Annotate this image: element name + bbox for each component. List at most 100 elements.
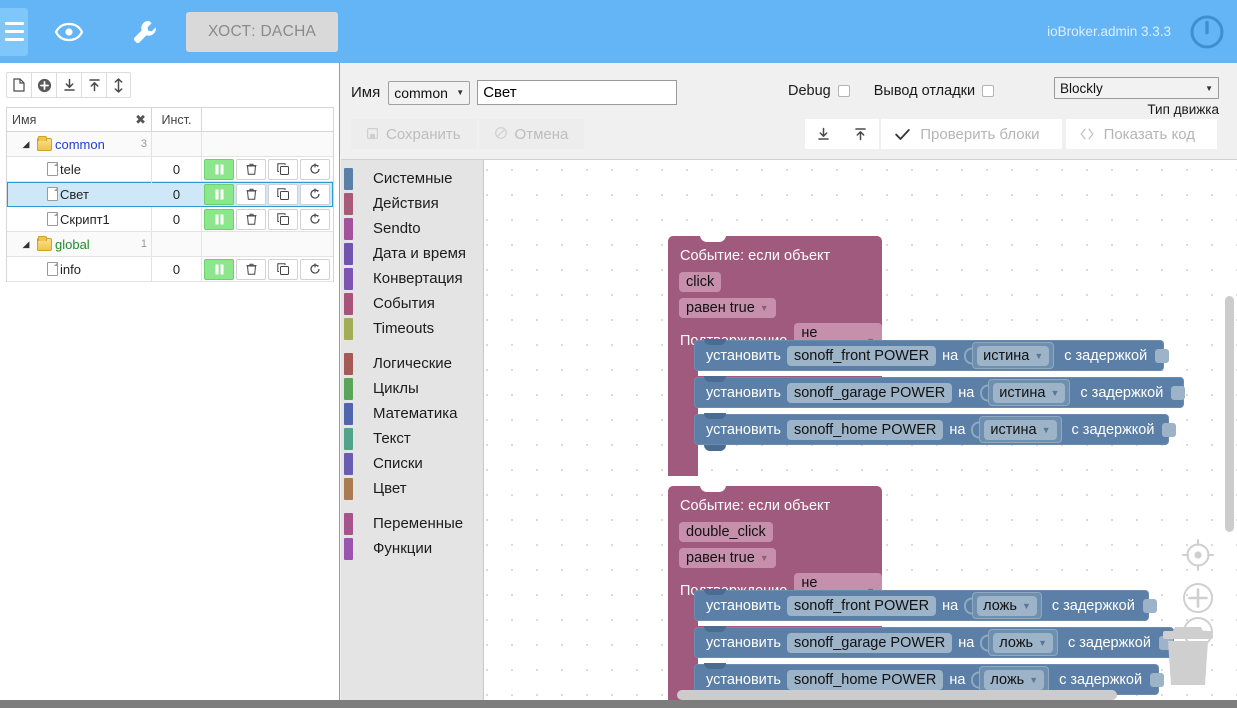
delay-checkbox[interactable]: [1171, 386, 1185, 400]
toolbox-category-timeouts[interactable]: Timeouts: [341, 316, 483, 341]
set-state-statement-2-2[interactable]: установить sonoff_garage POWER на ложь ▼…: [694, 627, 1174, 658]
workspace-horizontal-scrollbar[interactable]: [677, 690, 1117, 700]
delay-checkbox[interactable]: [1155, 349, 1169, 363]
host-selector-button[interactable]: ХОСТ: DACHA: [186, 12, 338, 52]
event-condition-field[interactable]: равен true ▼: [679, 548, 776, 568]
copy-button[interactable]: [268, 184, 298, 205]
boolean-block[interactable]: истина ▼: [979, 416, 1061, 443]
cancel-button[interactable]: Отмена: [479, 119, 585, 149]
set-state-statement-1-1[interactable]: установить sonoff_front POWER на истина …: [694, 340, 1164, 371]
event-object-id-field[interactable]: double_click: [679, 522, 773, 542]
tree-row-script-info[interactable]: info 0: [7, 257, 333, 282]
export-button[interactable]: [81, 72, 106, 98]
event-block-2[interactable]: Событие: если объект double_click равен …: [668, 486, 882, 596]
expand-collapse-button[interactable]: [106, 72, 131, 98]
restart-button[interactable]: [300, 209, 330, 230]
toolbox-category-sendto[interactable]: Sendto: [341, 216, 483, 241]
toolbox-category-matematika[interactable]: Математика: [341, 401, 483, 426]
delete-button[interactable]: [236, 259, 266, 280]
restart-button[interactable]: [300, 184, 330, 205]
toolbox-category-cikly[interactable]: Циклы: [341, 376, 483, 401]
delete-button[interactable]: [236, 159, 266, 180]
event-object-id-field[interactable]: click: [679, 272, 721, 292]
toolbox-category-systemnye[interactable]: Системные: [341, 166, 483, 191]
blockly-workspace[interactable]: Событие: если объект click равен true ▼ …: [484, 160, 1237, 708]
copy-button[interactable]: [268, 209, 298, 230]
pause-button[interactable]: [204, 259, 234, 280]
set-target-field[interactable]: sonoff_home POWER: [787, 420, 943, 440]
engine-type-select[interactable]: Blockly ▼: [1054, 77, 1219, 99]
set-state-statement-2-1[interactable]: установить sonoff_front POWER на ложь ▼ …: [694, 590, 1149, 621]
toolbox-category-peremennye[interactable]: Переменные: [341, 511, 483, 536]
toolbox-category-funkcii[interactable]: Функции: [341, 536, 483, 561]
set-target-field[interactable]: sonoff_front POWER: [787, 346, 936, 366]
boolean-block[interactable]: ложь ▼: [979, 666, 1049, 693]
restart-button[interactable]: [300, 159, 330, 180]
tree-row-script-svet[interactable]: Свет 0: [7, 182, 333, 207]
boolean-block[interactable]: ложь ▼: [988, 629, 1058, 656]
power-icon[interactable]: [1185, 10, 1229, 54]
toolbox-category-spiski[interactable]: Списки: [341, 451, 483, 476]
delete-button[interactable]: [236, 209, 266, 230]
boolean-value-field[interactable]: истина ▼: [993, 383, 1065, 403]
debug-output-checkbox-item[interactable]: Вывод отладки: [874, 83, 994, 99]
pause-button[interactable]: [204, 159, 234, 180]
event-block-1[interactable]: Событие: если объект click равен true ▼ …: [668, 236, 882, 346]
event-condition-field[interactable]: равен true ▼: [679, 298, 776, 318]
set-target-field[interactable]: sonoff_garage POWER: [787, 633, 952, 653]
script-name-input[interactable]: [477, 80, 677, 105]
pause-button[interactable]: [204, 184, 234, 205]
eye-icon[interactable]: [42, 5, 96, 59]
boolean-block[interactable]: истина ▼: [988, 379, 1070, 406]
debug-output-checkbox[interactable]: [982, 85, 994, 97]
copy-button[interactable]: [268, 159, 298, 180]
show-code-button[interactable]: Показать код: [1066, 119, 1217, 149]
delay-checkbox[interactable]: [1162, 423, 1176, 437]
boolean-value-field[interactable]: ложь ▼: [984, 670, 1044, 690]
boolean-block[interactable]: истина ▼: [972, 342, 1054, 369]
toolbox-category-data-i-vremya[interactable]: Дата и время: [341, 241, 483, 266]
delay-checkbox[interactable]: [1143, 599, 1157, 613]
set-state-statement-1-2[interactable]: установить sonoff_garage POWER на истина…: [694, 377, 1184, 408]
tree-row-script-skript1[interactable]: Скрипт1 0: [7, 207, 333, 232]
hamburger-icon[interactable]: [0, 8, 28, 56]
toolbox-category-tekst[interactable]: Текст: [341, 426, 483, 451]
toolbox-category-logicheskie[interactable]: Логические: [341, 351, 483, 376]
collapse-arrow-icon[interactable]: ◢: [19, 139, 33, 150]
center-workspace-button[interactable]: [1181, 538, 1215, 577]
boolean-value-field[interactable]: ложь ▼: [977, 596, 1037, 616]
new-script-button[interactable]: [6, 72, 31, 98]
boolean-block[interactable]: ложь ▼: [972, 592, 1042, 619]
collapse-arrow-icon[interactable]: ◢: [19, 239, 33, 250]
script-group-select[interactable]: common ▼: [388, 81, 470, 105]
debug-checkbox-item[interactable]: Debug: [788, 83, 850, 99]
set-target-field[interactable]: sonoff_front POWER: [787, 596, 936, 616]
toolbox-category-sobytiya[interactable]: События: [341, 291, 483, 316]
wrench-icon[interactable]: [118, 5, 172, 59]
toolbox-category-cvet[interactable]: Цвет: [341, 476, 483, 501]
toolbox-category-konvertaciya[interactable]: Конвертация: [341, 266, 483, 291]
tree-row-script-tele[interactable]: tele 0: [7, 157, 333, 182]
set-target-field[interactable]: sonoff_garage POWER: [787, 383, 952, 403]
export-blocks-button[interactable]: [805, 119, 842, 149]
boolean-value-field[interactable]: ложь ▼: [993, 633, 1053, 653]
debug-checkbox[interactable]: [838, 85, 850, 97]
set-state-statement-1-3[interactable]: установить sonoff_home POWER на истина ▼…: [694, 414, 1169, 445]
copy-button[interactable]: [268, 259, 298, 280]
restart-button[interactable]: [300, 259, 330, 280]
pause-button[interactable]: [204, 209, 234, 230]
workspace-vertical-scrollbar[interactable]: [1225, 296, 1234, 532]
save-button[interactable]: Сохранить: [351, 119, 477, 149]
toolbox-category-deystviya[interactable]: Действия: [341, 191, 483, 216]
add-button[interactable]: [31, 72, 56, 98]
tree-row-folder-global[interactable]: ◢ global 1: [7, 232, 333, 257]
clear-filter-icon[interactable]: ✖: [135, 113, 146, 126]
check-blocks-button[interactable]: Проверить блоки: [881, 119, 1061, 149]
import-button[interactable]: [56, 72, 81, 98]
import-blocks-button[interactable]: [842, 119, 879, 149]
delete-button[interactable]: [236, 184, 266, 205]
tree-row-folder-common[interactable]: ◢ common 3: [7, 132, 333, 157]
set-target-field[interactable]: sonoff_home POWER: [787, 670, 943, 690]
trash-can[interactable]: [1157, 621, 1219, 687]
boolean-value-field[interactable]: истина ▼: [977, 346, 1049, 366]
